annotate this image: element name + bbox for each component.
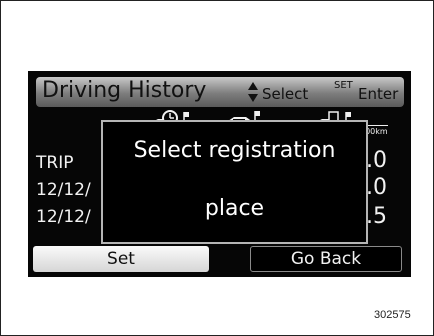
dialog-message-line-2: place: [204, 196, 265, 221]
row-value-date-2: .5: [366, 204, 387, 229]
display-screen: Driving History Select SET Enter 100km T…: [28, 71, 411, 277]
row-value-date-1: .0: [366, 175, 387, 200]
row-value-trip: .0: [366, 148, 387, 173]
page-title: Driving History: [42, 78, 207, 103]
set-key-hint: SET: [334, 80, 353, 91]
set-button[interactable]: Set: [33, 246, 209, 272]
enter-hint: Enter: [358, 85, 399, 103]
figure-number: 302575: [374, 309, 411, 321]
row-label-trip: TRIP: [36, 153, 74, 173]
dialog-message-line-1: Select registration: [133, 138, 336, 163]
registration-dialog: Select registration place: [101, 120, 368, 244]
row-label-date-1: 12/12/: [36, 180, 91, 200]
row-label-date-2: 12/12/: [36, 207, 91, 227]
select-hint: Select: [262, 85, 309, 103]
header-bar: Driving History Select SET Enter: [36, 77, 404, 107]
figure-frame: Driving History Select SET Enter 100km T…: [0, 0, 434, 336]
up-down-arrows-icon: [247, 81, 259, 103]
go-back-button[interactable]: Go Back: [250, 246, 402, 272]
